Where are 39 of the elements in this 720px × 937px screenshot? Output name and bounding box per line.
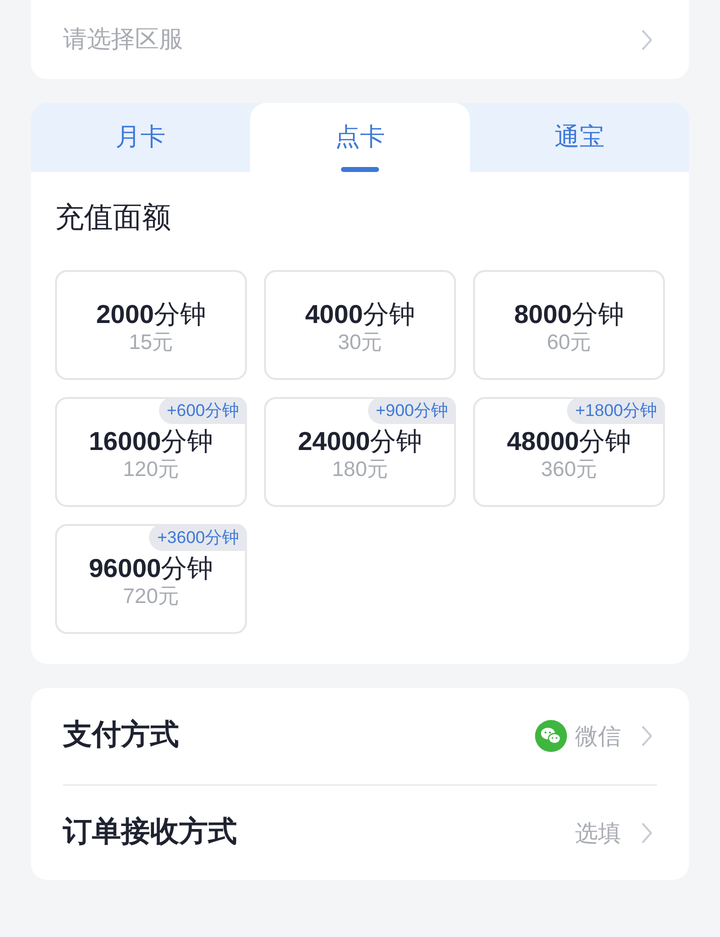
settings-value: 微信 [575, 722, 621, 751]
chat-bubbles-icon [535, 720, 567, 752]
amount-label: 4000分钟 [305, 298, 415, 330]
price-label: 360元 [540, 457, 598, 484]
bonus-badge: +3600分钟 [149, 524, 247, 551]
settings-label: 订单接收方式 [63, 814, 237, 850]
amount-option[interactable]: +600分钟 16000分钟 120元 [55, 397, 247, 507]
amount-label: 16000分钟 [88, 424, 214, 458]
settings-row[interactable]: 订单接收方式 选填 [63, 784, 657, 880]
price-label: 15元 [128, 330, 174, 356]
chevron-right-icon [641, 28, 653, 50]
amount-label: 24000分钟 [298, 424, 422, 458]
tab-indicator [340, 167, 379, 172]
section-title: 充值面额 [55, 204, 172, 233]
amount-option[interactable]: 4000分钟 30元 [264, 270, 456, 380]
chevron-right-icon [641, 725, 653, 747]
tab[interactable]: 点卡 [250, 103, 470, 172]
amount-option[interactable]: +1800分钟 48000分钟 360元 [473, 397, 665, 507]
settings-value: 选填 [575, 818, 621, 848]
bonus-badge: +600分钟 [158, 397, 247, 424]
amount-label: 8000分钟 [514, 298, 624, 330]
price-label: 720元 [122, 584, 180, 610]
price-label: 120元 [122, 457, 180, 484]
amount-option[interactable]: 8000分钟 60元 [473, 270, 665, 380]
amount-option[interactable]: +900分钟 24000分钟 180元 [264, 397, 456, 507]
price-label: 180元 [332, 457, 388, 484]
amount-option[interactable]: +3600分钟 96000分钟 720元 [55, 524, 247, 634]
amount-option[interactable]: 2000分钟 15元 [55, 270, 247, 380]
bonus-badge: +900分钟 [368, 397, 456, 424]
price-label: 60元 [546, 330, 592, 356]
settings-label: 支付方式 [63, 718, 179, 754]
bonus-badge: +1800分钟 [567, 397, 665, 424]
server-select-placeholder: 请选择区服 [63, 24, 183, 54]
amount-label: 96000分钟 [88, 552, 214, 584]
settings-row[interactable]: 支付方式 微信 [63, 688, 657, 784]
amount-label: 48000分钟 [506, 424, 632, 458]
price-label: 30元 [338, 330, 382, 356]
amount-label: 2000分钟 [96, 298, 206, 330]
chevron-right-icon [641, 822, 653, 844]
